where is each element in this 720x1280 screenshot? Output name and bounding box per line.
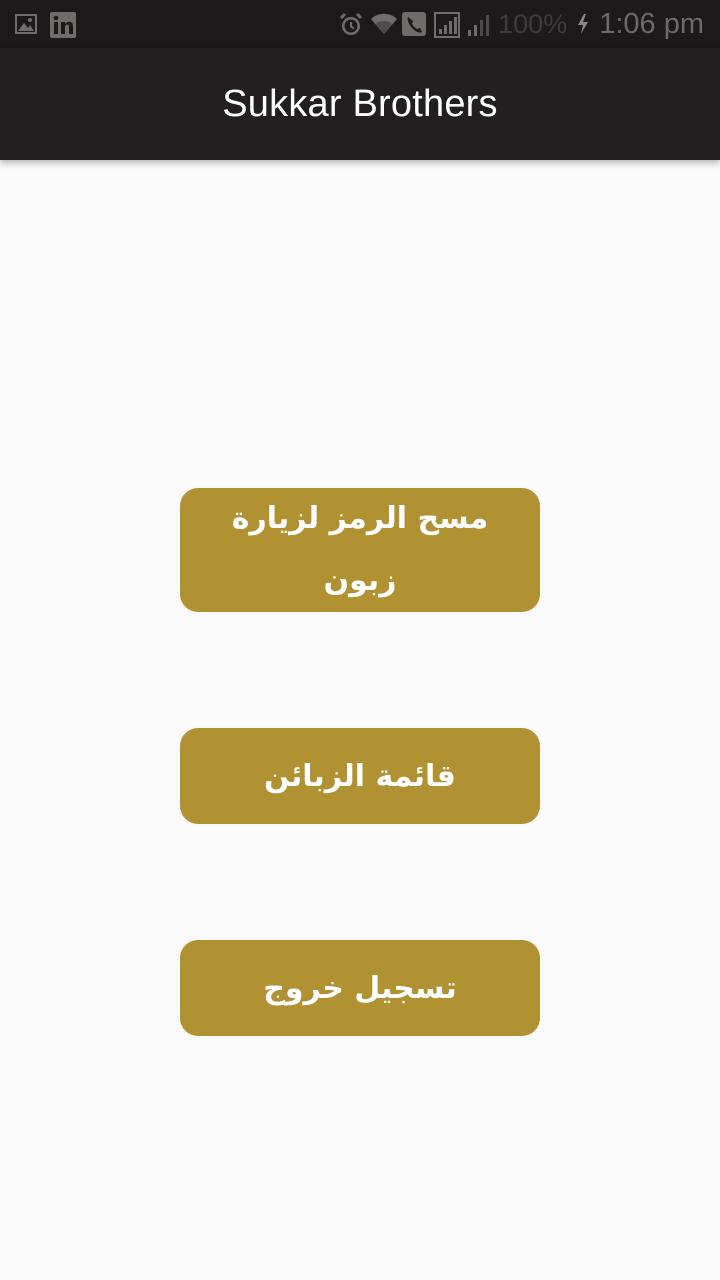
customers-list-button[interactable]: قائمة الزبائن — [180, 728, 540, 824]
signal-weak-icon — [466, 12, 490, 36]
status-bar-left — [14, 10, 76, 38]
signal-icon — [434, 12, 461, 38]
main-content: مسح الرمز لزيارة زبون قائمة الزبائن تسجي… — [0, 160, 720, 1280]
battery-percent: 100% — [498, 9, 568, 39]
charging-bolt-icon — [575, 12, 591, 36]
logout-button[interactable]: تسجيل خروج — [180, 940, 540, 1036]
app-title: Sukkar Brothers — [222, 83, 498, 125]
image-icon — [14, 12, 38, 36]
app-bar: Sukkar Brothers — [0, 48, 720, 160]
alarm-icon — [338, 12, 363, 36]
call-icon — [402, 12, 427, 36]
linkedin-icon — [50, 12, 76, 38]
status-time: 1:06 pm — [599, 8, 704, 40]
wifi-icon — [370, 12, 398, 36]
status-bar-right: 100% 1:06 pm — [338, 8, 704, 40]
scan-code-visit-customer-button[interactable]: مسح الرمز لزيارة زبون — [180, 488, 540, 612]
status-bar: 100% 1:06 pm — [0, 0, 720, 48]
